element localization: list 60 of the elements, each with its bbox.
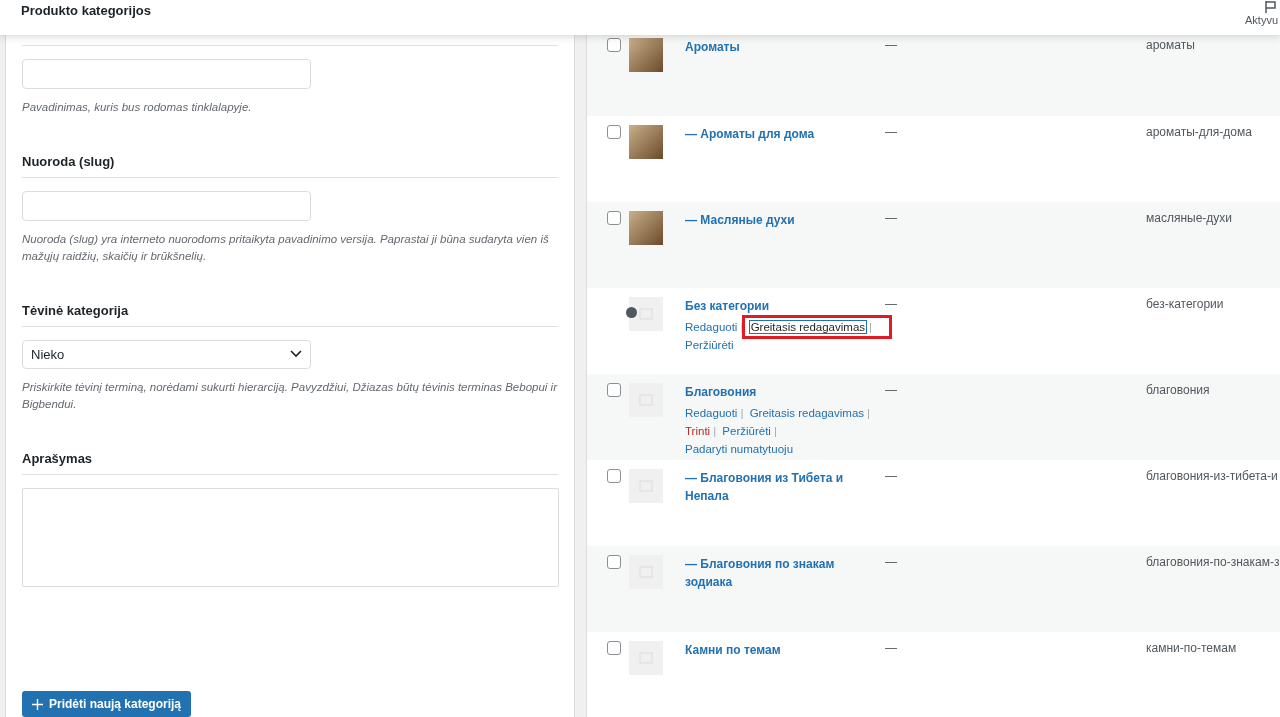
slug-cell-text: ароматы-для-дома (1146, 125, 1253, 139)
separator: | (867, 407, 871, 419)
slug-cell-text: без-категории (1146, 297, 1225, 311)
flag-icon[interactable] (1264, 0, 1278, 14)
row-checkbox[interactable] (607, 383, 621, 397)
plus-icon (32, 698, 43, 710)
help-icon (626, 307, 637, 318)
parent-select[interactable]: Nieko (22, 339, 311, 369)
row-checkbox[interactable] (607, 469, 621, 483)
row-action-link[interactable]: Padaryti numatytuoju (685, 443, 794, 455)
row-checkbox[interactable] (607, 125, 621, 139)
row-action-link[interactable]: Peržiūrėti (722, 425, 771, 437)
separator: | (713, 425, 717, 437)
chevron-down-icon (290, 350, 302, 359)
help-text: Priskirkite tėvinį terminą, norėdami sukurti hierarciją. Pavyzdžiui, Džiazas būtų tėvinis terminas Bebopui ir Bigbendui. (22, 379, 558, 412)
row-checkbox[interactable] (607, 211, 621, 225)
slug-cell: благовония-по-знакам-з (1146, 555, 1280, 569)
description-cell-text: — (885, 211, 898, 225)
row-checkbox[interactable] (607, 555, 621, 569)
separator: | (869, 321, 873, 333)
page-title: Produkto kategorijos (21, 2, 152, 18)
row-action-link[interactable]: Peržiūrėti (685, 339, 734, 351)
description-cell-text: — (885, 469, 898, 483)
description-cell-text: — (885, 38, 898, 52)
slug-cell-text: благовония (1146, 383, 1211, 397)
category-name-link[interactable]: Благовония (685, 383, 883, 401)
separator: | (740, 407, 744, 419)
slug-cell-text: благовония-из-тибета-и (1146, 469, 1279, 483)
category-name-link[interactable]: — Благовония из Тибета и Непала (685, 469, 883, 505)
category-name-link[interactable]: — Благовония по знакам зодиака (685, 555, 883, 591)
help-text: Pavadinimas, kuris bus rodomas tinklalapyje. (22, 99, 253, 115)
row-action-link[interactable]: Trinti (685, 425, 711, 437)
help-text: Nuoroda (slug) yra interneto nuorodoms pritaikyta pavadinimo versija. Paprastai ji būna sudaryta vien iš mažųjų raidžių, skaičių ir brūkšnelių. (22, 231, 550, 264)
row-action-link[interactable]: Greitasis redagavimas (749, 407, 865, 419)
row-action-link[interactable]: Greitasis redagavimas (749, 321, 867, 333)
row-action-link[interactable]: Redaguoti (685, 321, 738, 333)
field-label: Tėvinė kategorija (22, 302, 130, 318)
row-action-link[interactable]: Redaguoti (685, 407, 738, 419)
description-cell-text: — (885, 641, 898, 655)
separator: | (773, 425, 777, 437)
slug-cell-text: масляные-духи (1146, 211, 1234, 225)
category-name-link[interactable]: — Масляные духи (685, 211, 883, 229)
slug-input[interactable] (22, 190, 311, 221)
category-name-link[interactable]: — Ароматы для дома (685, 125, 883, 143)
field-label: Nuoroda (slug) (22, 153, 116, 169)
name-input[interactable] (22, 59, 311, 89)
category-name-link[interactable]: Ароматы (685, 38, 883, 56)
field-label: Aprašymas (22, 450, 94, 466)
slug-cell-text: камни-по-темам (1146, 641, 1238, 655)
category-name-link[interactable]: Камни по темам (685, 641, 883, 659)
row-checkbox[interactable] (607, 38, 621, 52)
description-cell-text: — (885, 555, 898, 569)
add-category-button[interactable]: Pridėti naują kategoriją (22, 691, 192, 717)
row-checkbox[interactable] (607, 641, 621, 655)
slug-cell-text: ароматы (1146, 38, 1196, 52)
description-cell-text: — (885, 125, 898, 139)
category-name-link[interactable]: Без категории (685, 297, 883, 315)
description-cell-text: — (885, 297, 898, 311)
description-cell-text: — (885, 383, 898, 397)
activity-label[interactable]: Aktyvu (1245, 14, 1278, 26)
